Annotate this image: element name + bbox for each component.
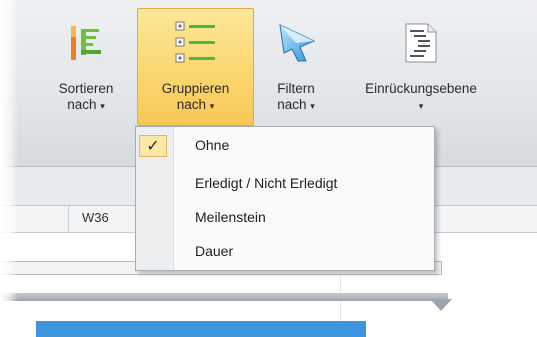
project-summary-bar[interactable]: [0, 293, 448, 301]
group-by-dropdown-menu: ✓ Ohne Erledigt / Nicht Erledigt Meilens…: [135, 126, 435, 271]
menu-item-label: Meilenstein: [195, 209, 266, 225]
group-by-label: Gruppieren: [161, 81, 230, 96]
filter-by-sublabel: nach: [277, 97, 307, 112]
sort-by-button[interactable]: Sortieren nach ▾: [36, 8, 136, 126]
filter-by-caret-icon: ▾: [310, 101, 315, 111]
group-list-icon: [172, 21, 220, 65]
checkmark-icon: ✓: [139, 135, 167, 157]
menu-item-label: Ohne: [195, 137, 230, 153]
menu-item-ohne[interactable]: ✓ Ohne: [136, 132, 434, 160]
menu-item-erledigt[interactable]: Erledigt / Nicht Erledigt: [136, 170, 434, 198]
indent-level-caret-icon: ▾: [418, 101, 424, 111]
sort-by-label: Sortieren: [58, 81, 114, 96]
menu-item-label: Erledigt / Nicht Erledigt: [195, 175, 338, 191]
group-by-button[interactable]: Gruppieren nach ▾: [137, 8, 254, 126]
funnel-icon: [274, 21, 318, 65]
sort-bars-icon: [66, 21, 106, 65]
menu-item-label: Dauer: [195, 243, 234, 259]
indent-level-icon: [403, 21, 439, 65]
sort-by-caret-icon: ▾: [100, 101, 105, 111]
filter-by-label: Filtern: [277, 81, 315, 96]
group-by-sublabel: nach: [176, 97, 206, 112]
week-label: W36: [82, 210, 109, 225]
sort-by-sublabel: nach: [67, 97, 97, 112]
menu-item-meilenstein[interactable]: Meilenstein: [136, 204, 434, 232]
week-divider: [68, 206, 69, 232]
summary-end-marker-icon: [430, 299, 452, 311]
menu-item-dauer[interactable]: Dauer: [136, 238, 434, 266]
left-edge-fade: [0, 0, 18, 337]
indent-level-button[interactable]: Einrückungsebene ▾: [343, 8, 499, 126]
filter-by-button[interactable]: Filtern nach ▾: [256, 8, 336, 126]
group-by-caret-icon: ▾: [209, 101, 215, 111]
task-bar[interactable]: [36, 321, 366, 337]
indent-level-label: Einrückungsebene: [365, 81, 477, 96]
